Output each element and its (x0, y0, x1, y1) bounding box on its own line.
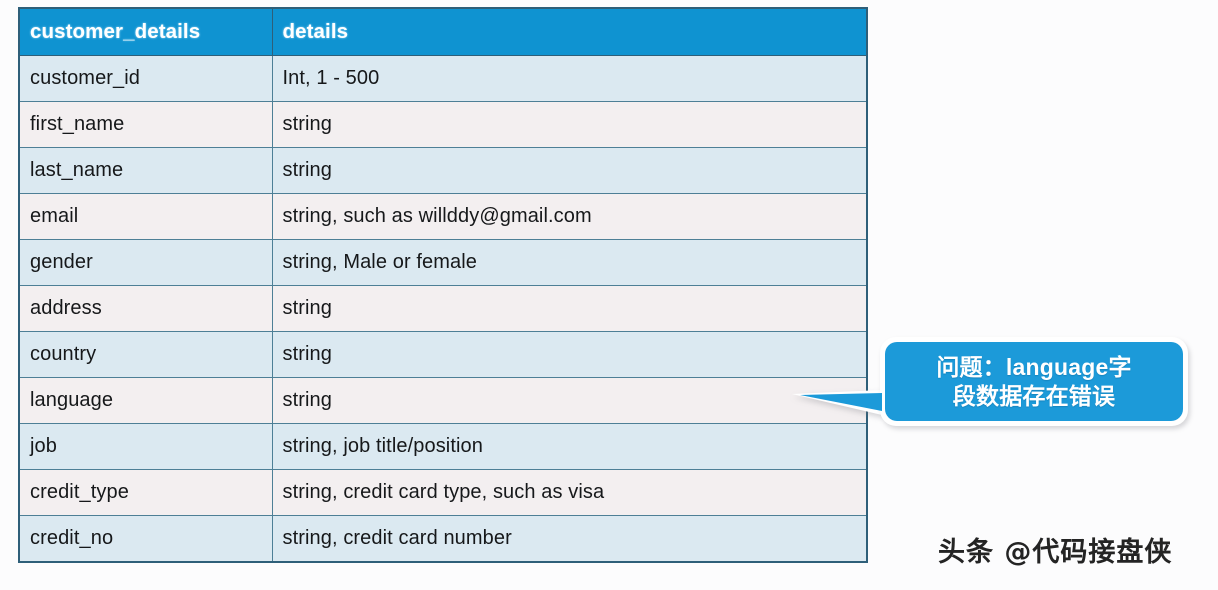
table-row: last_name string (18, 147, 868, 194)
column-header-field: customer_details (18, 7, 273, 56)
cell-field-details: string (271, 101, 868, 148)
cell-field-details: string, Male or female (271, 239, 868, 286)
table-header: customer_details details (18, 7, 868, 56)
table-row: country string (18, 331, 868, 378)
table-row: credit_no string, credit card number (18, 515, 868, 563)
cell-field-details: string (271, 285, 868, 332)
table-row: first_name string (18, 101, 868, 148)
annotation-callout: 问题：language字 段数据存在错误 (792, 337, 1188, 426)
table-row: job string, job title/position (18, 423, 868, 470)
cell-field-details: string (271, 147, 868, 194)
table-row: credit_type string, credit card type, suc… (18, 469, 868, 516)
callout-text-line2: 段数据存在错误 (952, 382, 1116, 409)
schema-table-container: customer_details details customer_id Int,… (18, 7, 868, 563)
cell-field-details: string, job title/position (271, 423, 868, 470)
cell-field-name: last_name (18, 147, 273, 194)
callout-tail (800, 393, 882, 411)
cell-field-details: string, credit card type, such as visa (271, 469, 868, 516)
cell-field-name: email (18, 193, 273, 240)
cell-field-details: Int, 1 - 500 (271, 55, 868, 102)
cell-field-name: credit_type (18, 469, 273, 516)
cell-field-name: address (18, 285, 273, 332)
callout-text: 问题：language字 段数据存在错误 (920, 353, 1147, 409)
cell-field-name: customer_id (18, 55, 273, 102)
table-row: gender string, Male or female (18, 239, 868, 286)
cell-field-name: language (18, 377, 273, 424)
cell-field-name: job (18, 423, 273, 470)
table-row: email string, such as willddy@gmail.com (18, 193, 868, 240)
cell-field-details: string, such as willddy@gmail.com (271, 193, 868, 240)
table-header-row: customer_details details (18, 7, 868, 56)
screenshot-canvas: customer_details details customer_id Int,… (0, 0, 1218, 590)
cell-field-name: credit_no (18, 515, 273, 563)
customer-details-schema-table: customer_details details customer_id Int,… (18, 7, 868, 563)
cell-field-details: string (271, 377, 868, 424)
cell-field-details: string (271, 331, 868, 378)
callout-text-line1: 问题：language字 (936, 354, 1132, 381)
cell-field-name: gender (18, 239, 273, 286)
table-row: customer_id Int, 1 - 500 (18, 55, 868, 102)
table-body: customer_id Int, 1 - 500 first_name string l… (18, 55, 868, 563)
table-row: address string (18, 285, 868, 332)
callout-body: 问题：language字 段数据存在错误 (885, 342, 1183, 421)
cell-field-name: country (18, 331, 273, 378)
table-row: language string (18, 377, 868, 424)
column-header-details: details (271, 7, 868, 56)
watermark-text: 头条 @代码接盘侠 (938, 537, 1173, 568)
cell-field-details: string, credit card number (271, 515, 868, 563)
cell-field-name: first_name (18, 101, 273, 148)
